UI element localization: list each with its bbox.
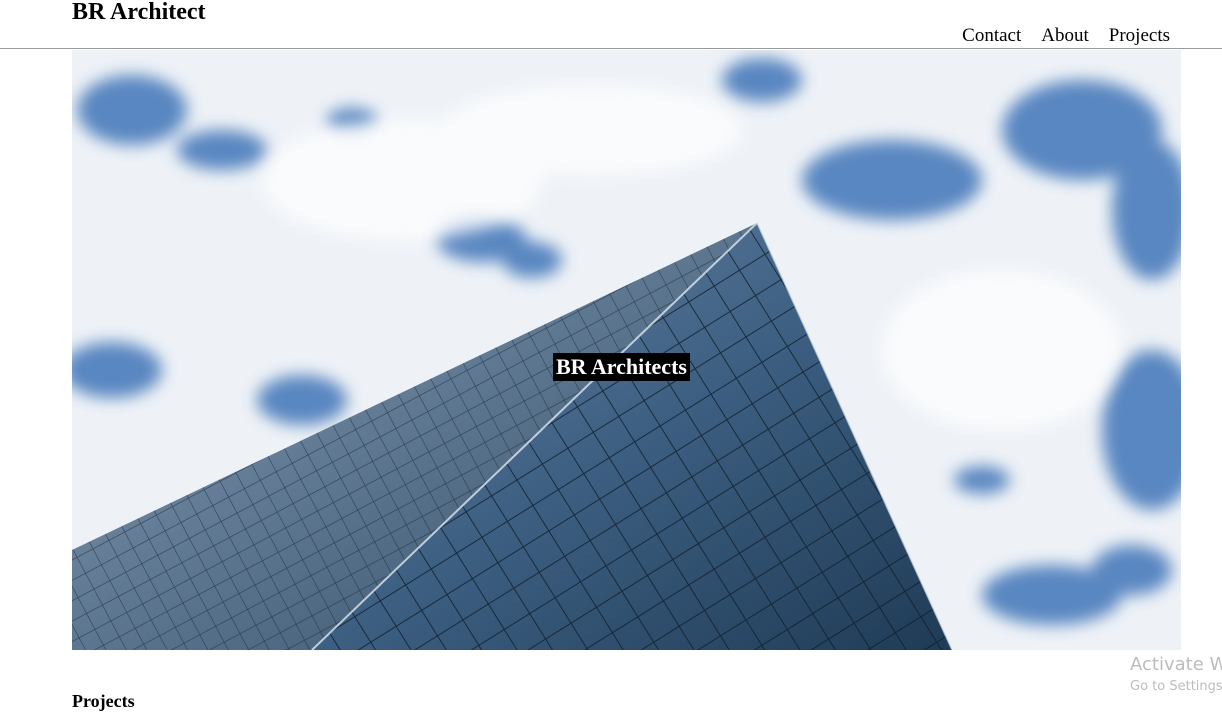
projects-heading: Projects (72, 691, 135, 711)
watermark-title: Activate Windows (1130, 654, 1222, 675)
watermark-subtitle: Go to Settings to activate Windows. (1130, 679, 1222, 694)
page: BR Architect Contact About Projects BR A… (0, 0, 1222, 717)
site-brand[interactable]: BR Architect (72, 0, 206, 28)
hero-image (72, 50, 1181, 650)
hero-title: BR Architects (553, 353, 690, 381)
top-nav: Contact About Projects (962, 24, 1170, 48)
nav-link-contact[interactable]: Contact (962, 24, 1021, 48)
nav-link-projects[interactable]: Projects (1109, 24, 1170, 48)
header-divider (0, 48, 1222, 49)
nav-link-about[interactable]: About (1041, 24, 1089, 48)
activation-watermark: Activate Windows Go to Settings to activ… (1130, 654, 1222, 696)
hero-banner (72, 50, 1181, 650)
